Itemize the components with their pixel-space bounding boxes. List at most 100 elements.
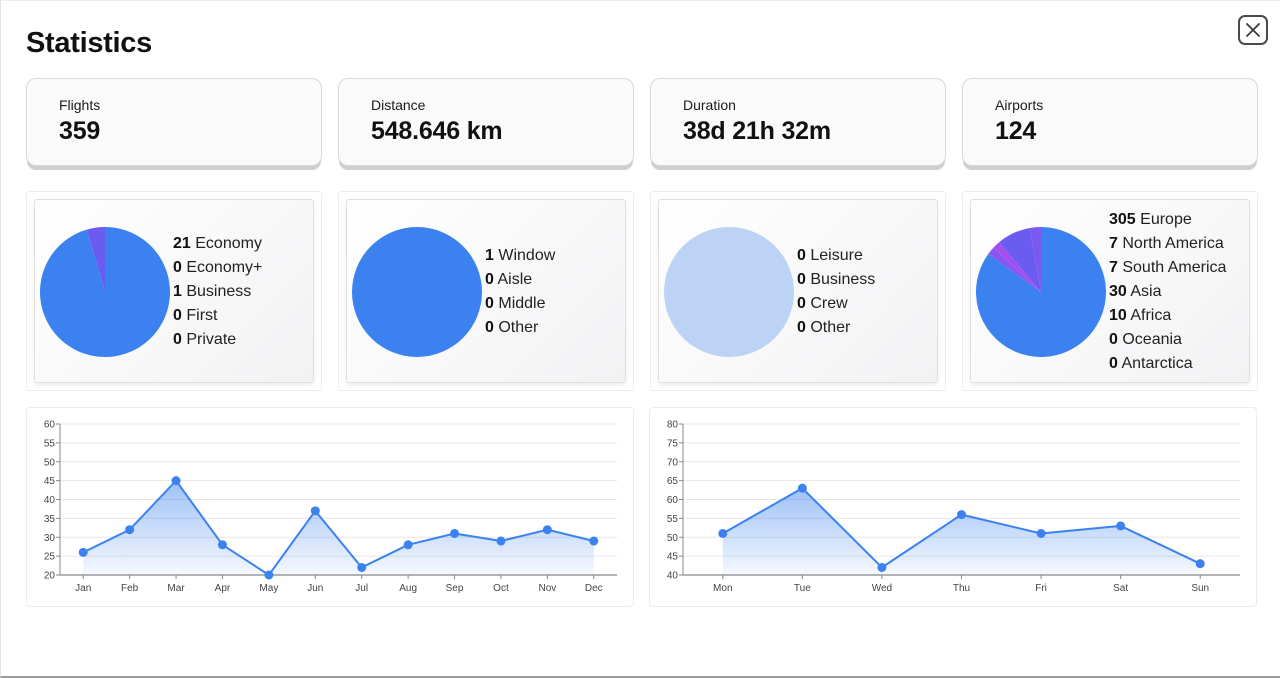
data-point-apr[interactable] [217, 540, 227, 550]
y-tick-label: 40 [667, 571, 679, 582]
stat-value: 548.646 km [371, 117, 503, 145]
x-tick-label: Mon [713, 583, 732, 594]
x-tick-label: Aug [399, 583, 417, 594]
monthly-flights-chart: 20 25 30 35 40 45 50 55 60 Jan Feb Mar Apr May Jun Jul A… [26, 407, 634, 607]
legend-item: 0 Aisle [485, 271, 533, 288]
x-tick-label: Apr [215, 583, 231, 594]
x-tick-label: Feb [121, 583, 139, 594]
close-icon [1246, 23, 1260, 37]
data-point-fri[interactable] [1036, 528, 1046, 538]
pie-card-continents: 305 Europe 7 North America 7 South Ameri… [962, 191, 1258, 391]
data-point-wed[interactable] [877, 562, 887, 572]
x-tick-label: Jan [75, 583, 91, 594]
x-tick-label: Sun [1191, 583, 1209, 594]
y-tick-label: 30 [44, 533, 56, 544]
x-tick-label: Sep [446, 583, 464, 594]
stat-card-airports: Airports 124 [962, 78, 1258, 166]
data-point-thu[interactable] [957, 510, 966, 520]
data-point-mon[interactable] [718, 528, 728, 538]
flight-reason-pie-chart [664, 227, 794, 357]
y-tick-label: 65 [667, 476, 679, 487]
data-point-oct[interactable] [496, 536, 506, 546]
stat-value: 38d 21h 32m [683, 117, 831, 145]
pie-legend: 21 Economy 0 Economy+ 1 Business 0 First… [173, 232, 262, 352]
x-tick-label: Nov [538, 583, 556, 594]
stat-value: 124 [995, 117, 1037, 145]
x-tick-label: Jun [307, 583, 323, 594]
legend-item: 30 Asia [1109, 283, 1162, 300]
data-point-jun[interactable] [310, 506, 320, 516]
continents-pie-chart [976, 227, 1106, 357]
y-tick-label: 80 [667, 420, 679, 431]
legend-item: 7 North America [1109, 235, 1224, 252]
y-tick-label: 45 [667, 552, 679, 563]
pie-empty-slice [664, 227, 794, 357]
page-title: Statistics [26, 27, 152, 59]
legend-item: 21 Economy [173, 235, 262, 252]
y-tick-label: 75 [667, 438, 679, 449]
data-point-aug[interactable] [403, 540, 413, 550]
data-point-mar[interactable] [171, 476, 181, 486]
stat-card-duration: Duration 38d 21h 32m [650, 78, 946, 166]
data-point-tue[interactable] [797, 483, 807, 493]
statistics-dialog: Statistics Flights 359 Distance 548.646 … [0, 0, 1280, 678]
stat-label: Distance [371, 97, 426, 113]
y-tick-label: 45 [44, 476, 56, 487]
legend-item: 0 Crew [797, 295, 848, 312]
legend-item: 0 Leisure [797, 247, 863, 264]
legend-item: 0 Other [485, 319, 539, 336]
legend-item: 0 Business [797, 271, 876, 288]
legend-item: 7 South America [1109, 259, 1227, 276]
x-tick-label: Fri [1035, 583, 1047, 594]
x-tick-label: Sat [1113, 583, 1128, 594]
stat-card-distance: Distance 548.646 km [338, 78, 634, 166]
legend-item: 0 First [173, 307, 218, 324]
data-point-nov[interactable] [542, 525, 552, 535]
seat-position-pie-chart [352, 227, 482, 357]
y-tick-label: 55 [667, 514, 679, 525]
x-tick-label: Wed [872, 583, 892, 594]
legend-item: 10 Africa [1109, 307, 1172, 324]
weekday-flights-chart-svg: 40 45 50 55 60 65 70 75 80 Mon Tue Wed Thu Fri Sat Sun [667, 420, 1240, 594]
data-point-feb[interactable] [125, 525, 135, 535]
stat-label: Duration [683, 97, 736, 113]
pie-card-seat-class: 21 Economy 0 Economy+ 1 Business 0 First… [26, 191, 322, 391]
weekday-flights-chart: 40 45 50 55 60 65 70 75 80 Mon Tue Wed Thu Fri Sat Sun [649, 407, 1257, 607]
x-tick-label: Mar [167, 583, 185, 594]
area-fill [722, 488, 1201, 575]
x-tick-label: May [259, 583, 278, 594]
close-button[interactable] [1238, 15, 1268, 45]
data-point-sat[interactable] [1116, 521, 1126, 531]
pie-card-flight-reason: 0 Leisure 0 Business 0 Crew 0 Other [650, 191, 946, 391]
legend-item: 1 Window [485, 247, 556, 264]
stat-value: 359 [59, 117, 101, 145]
pie-legend: 305 Europe 7 North America 7 South Ameri… [1109, 208, 1226, 376]
data-point-jul[interactable] [357, 562, 367, 572]
legend-item: 0 Middle [485, 295, 546, 312]
area-fill [83, 480, 594, 575]
y-tick-label: 60 [44, 420, 56, 431]
y-tick-label: 20 [44, 571, 56, 582]
y-tick-label: 40 [44, 495, 56, 506]
data-point-sun[interactable] [1195, 559, 1205, 569]
stat-label: Airports [995, 97, 1044, 113]
legend-item: 0 Private [173, 331, 237, 348]
pie-legend: 1 Window 0 Aisle 0 Middle 0 Other [485, 244, 555, 340]
legend-item: 0 Antarctica [1109, 355, 1193, 372]
seat-class-pie-chart [39, 227, 171, 357]
data-point-jan[interactable] [78, 547, 88, 557]
stat-label: Flights [59, 97, 101, 113]
stat-card-flights: Flights 359 [26, 78, 322, 166]
data-point-sep[interactable] [450, 528, 460, 538]
legend-item: 1 Business [173, 283, 252, 300]
pie-slice-window [352, 227, 482, 357]
legend-item: 0 Economy+ [173, 259, 263, 276]
x-tick-label: Oct [493, 583, 509, 594]
y-tick-label: 60 [667, 495, 679, 506]
y-tick-label: 55 [44, 438, 56, 449]
data-point-dec[interactable] [589, 536, 599, 546]
data-point-may[interactable] [264, 570, 274, 580]
y-tick-label: 25 [44, 552, 56, 563]
legend-item: 0 Oceania [1109, 331, 1182, 348]
legend-item: 305 Europe [1109, 211, 1192, 228]
